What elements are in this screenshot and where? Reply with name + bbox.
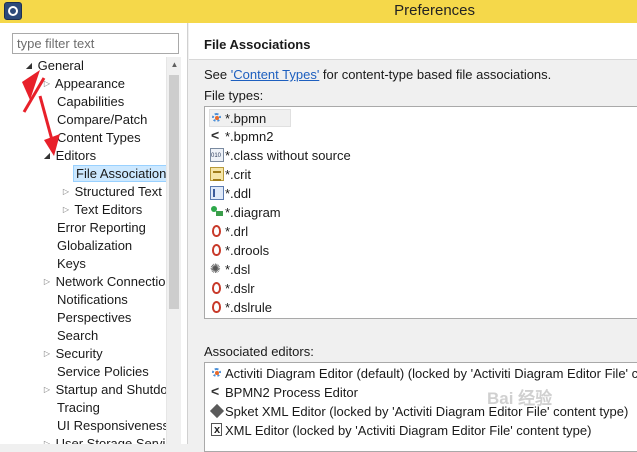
- expanded-icon[interactable]: ◢: [24, 57, 34, 75]
- tree-item-ui-responsiveness[interactable]: UI Responsiveness: [57, 417, 166, 435]
- associated-editors-list[interactable]: Activiti Diagram Editor (default) (locke…: [204, 362, 637, 452]
- scroll-thumb[interactable]: [169, 75, 179, 309]
- drools-icon: [210, 243, 224, 257]
- bpmn-icon: [210, 111, 224, 125]
- tree-item-appearance[interactable]: ▷ Appearance: [42, 75, 125, 93]
- tree-item-user-storage[interactable]: ▷ User Storage Service: [42, 435, 166, 444]
- tree-item-startup-shutdown[interactable]: ▷ Startup and Shutdown: [42, 381, 166, 399]
- file-type-row[interactable]: *.crit: [210, 166, 251, 184]
- tree-item-security[interactable]: ▷ Security: [42, 345, 103, 363]
- window-title: Preferences: [394, 2, 475, 19]
- tree-item-notifications[interactable]: Notifications: [57, 291, 128, 309]
- preference-page: File Associations See 'Content Types' fo…: [189, 23, 637, 452]
- diagram-file-icon: [210, 205, 224, 219]
- tree-item-service-policies[interactable]: Service Policies: [57, 363, 149, 381]
- file-type-row[interactable]: *.dslr: [210, 280, 255, 298]
- title-bar: Preferences: [0, 0, 637, 23]
- editor-row[interactable]: Spket XML Editor (locked by 'Activiti Di…: [210, 403, 628, 421]
- tree-item-file-associations[interactable]: File Associations: [73, 165, 166, 183]
- drools-icon: [210, 224, 224, 238]
- preference-tree: ◢ General ▷ Appearance Capabilities Comp…: [0, 57, 166, 444]
- collapsed-icon[interactable]: ▷: [61, 201, 71, 219]
- crit-file-icon: [210, 167, 224, 181]
- associated-editors-label: Associated editors:: [204, 344, 314, 359]
- page-header: File Associations: [189, 23, 637, 60]
- tree-item-compare-patch[interactable]: Compare/Patch: [57, 111, 147, 129]
- file-type-row[interactable]: *.drools: [210, 242, 269, 260]
- spket-icon: [210, 404, 224, 418]
- collapsed-icon[interactable]: ▷: [42, 75, 52, 93]
- editor-row[interactable]: BPMN2 Process Editor: [210, 382, 358, 402]
- filter-input[interactable]: [12, 33, 179, 54]
- tree-item-capabilities[interactable]: Capabilities: [57, 93, 124, 111]
- file-types-label: File types:: [204, 88, 264, 103]
- page-title: File Associations: [204, 37, 311, 52]
- tree-item-general[interactable]: ◢ General: [24, 57, 84, 75]
- tree-item-search[interactable]: Search: [57, 327, 98, 345]
- tree-item-text-editors[interactable]: ▷ Text Editors: [61, 201, 142, 219]
- file-type-row[interactable]: *.class without source: [210, 147, 351, 165]
- tree-item-globalization[interactable]: Globalization: [57, 237, 132, 255]
- tree-item-content-types[interactable]: Content Types: [57, 129, 141, 147]
- file-types-list[interactable]: *.bpmn *.bpmn2 *.class without source *.…: [204, 106, 637, 319]
- content-types-hint: See 'Content Types' for content-type bas…: [204, 67, 552, 82]
- collapsed-icon[interactable]: ▷: [42, 381, 52, 399]
- collapsed-icon[interactable]: ▷: [61, 183, 71, 201]
- tree-item-tracing[interactable]: Tracing: [57, 399, 100, 417]
- file-type-row[interactable]: *.bpmn: [209, 109, 292, 127]
- drools-icon: [210, 300, 224, 314]
- class-file-icon: [210, 148, 224, 162]
- file-type-row[interactable]: *.bpmn2: [210, 126, 273, 146]
- tree-item-editors[interactable]: ◢ Editors: [42, 147, 96, 165]
- tree-item-perspectives[interactable]: Perspectives: [57, 309, 131, 327]
- file-type-row[interactable]: *.diagram: [210, 204, 281, 222]
- editor-row[interactable]: Activiti Diagram Editor (default) (locke…: [210, 365, 637, 383]
- file-type-row[interactable]: *.drl: [210, 223, 248, 241]
- tree-item-structured-text[interactable]: ▷ Structured Text: [61, 183, 162, 201]
- tree-item-error-reporting[interactable]: Error Reporting: [57, 219, 146, 237]
- scroll-up-icon[interactable]: ▲: [167, 57, 182, 73]
- tree-item-network-connections[interactable]: ▷ Network Connections: [42, 273, 166, 291]
- collapsed-icon[interactable]: ▷: [42, 273, 52, 291]
- file-type-row[interactable]: *.dsl: [210, 260, 250, 279]
- collapsed-icon[interactable]: ▷: [42, 435, 52, 444]
- content-types-link[interactable]: 'Content Types': [231, 67, 320, 82]
- tree-item-keys[interactable]: Keys: [57, 255, 86, 273]
- expanded-icon[interactable]: ◢: [42, 147, 52, 165]
- bpmn-icon: [210, 366, 224, 380]
- gear-icon: [210, 260, 224, 278]
- ddl-file-icon: [210, 186, 224, 200]
- editor-row[interactable]: XML Editor (locked by 'Activiti Diagram …: [210, 421, 591, 440]
- xml-icon: [210, 421, 224, 439]
- tree-scrollbar[interactable]: ▲: [166, 57, 181, 444]
- preference-tree-pane: ◢ General ▷ Appearance Capabilities Comp…: [0, 23, 188, 444]
- file-type-row[interactable]: *.dslrule: [210, 299, 272, 317]
- collapsed-icon[interactable]: ▷: [42, 345, 52, 363]
- file-type-row[interactable]: *.ddl: [210, 185, 251, 203]
- share-icon: [210, 382, 224, 400]
- drools-icon: [210, 281, 224, 295]
- share-icon: [210, 126, 224, 144]
